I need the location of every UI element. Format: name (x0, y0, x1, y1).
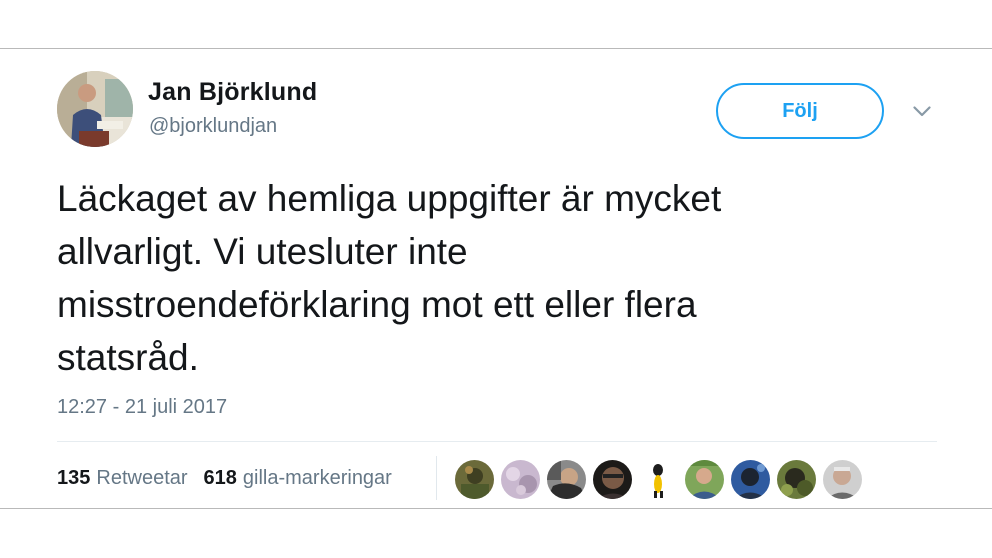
top-border (0, 48, 992, 49)
tweet-embed: Jan Björklund @bjorklundjan Följ Läckage… (0, 0, 992, 558)
retweet-count[interactable]: 135 Retweetar (57, 467, 188, 490)
bottom-border (0, 508, 992, 509)
liker-avatar-9[interactable] (823, 460, 862, 499)
stats-separator (436, 456, 437, 500)
tweet-text-line: misstroendeförklaring mot ett eller fler… (57, 284, 697, 325)
like-count[interactable]: 618 gilla-markeringar (204, 467, 392, 490)
author-handle[interactable]: @bjorklundjan (149, 115, 277, 138)
retweet-count-value: 135 (57, 467, 91, 489)
tweet-text-line: Läckaget av hemliga uppgifter är mycket (57, 178, 722, 219)
liker-avatar-8[interactable] (777, 460, 816, 499)
liker-avatar-7[interactable] (731, 460, 770, 499)
author-avatar[interactable] (57, 71, 133, 147)
follow-button[interactable]: Följ (716, 83, 884, 139)
liker-avatar-5[interactable] (639, 460, 678, 499)
tweet-text: Läckaget av hemliga uppgifter är mycket … (57, 172, 917, 384)
like-count-label: gilla-markeringar (242, 467, 392, 489)
liker-avatar-1[interactable] (455, 460, 494, 499)
tweet-timestamp[interactable]: 12:27 - 21 juli 2017 (57, 396, 227, 419)
liker-avatar-2[interactable] (501, 460, 540, 499)
stats-divider (57, 441, 937, 442)
tweet-stats: 135 Retweetar 618 gilla-markeringar (57, 467, 392, 490)
liker-avatar-3[interactable] (547, 460, 586, 499)
like-count-value: 618 (203, 467, 237, 489)
tweet-text-line: allvarligt. Vi utesluter inte (57, 231, 468, 272)
chevron-down-icon[interactable] (908, 99, 936, 123)
liker-avatar-4[interactable] (593, 460, 632, 499)
retweet-count-label: Retweetar (96, 467, 188, 489)
author-name[interactable]: Jan Björklund (148, 78, 317, 107)
liker-avatar-6[interactable] (685, 460, 724, 499)
tweet-text-line: statsråd. (57, 337, 199, 378)
